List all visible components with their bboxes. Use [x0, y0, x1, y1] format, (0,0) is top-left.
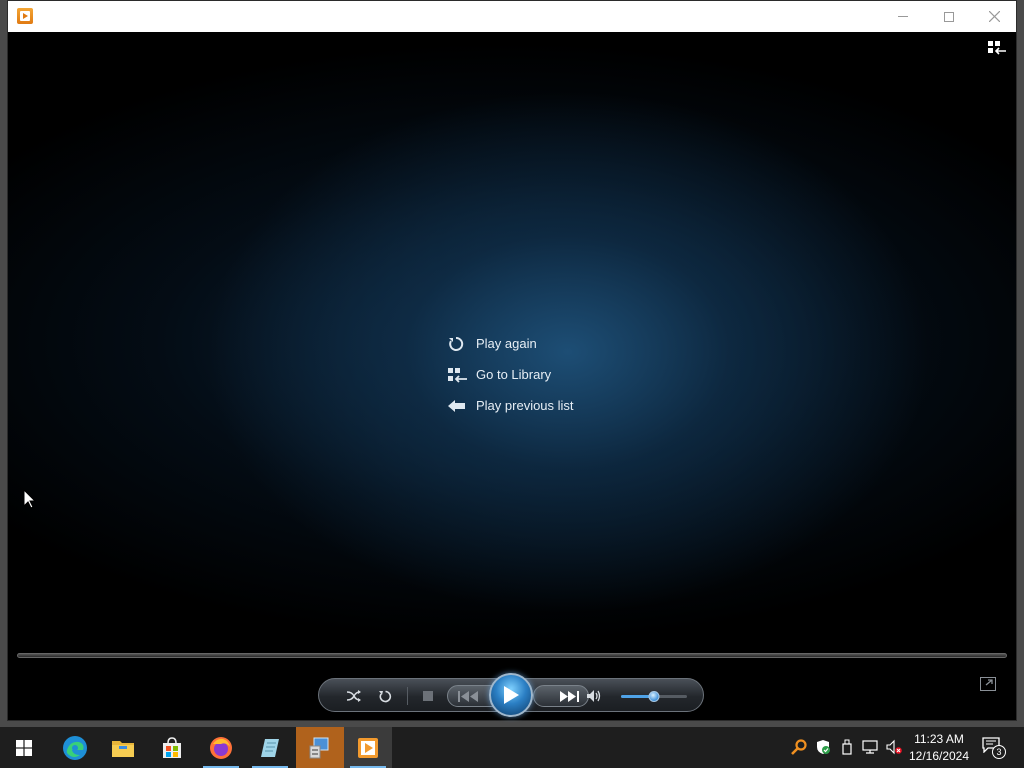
play-previous-list-link[interactable]: Play previous list	[448, 390, 574, 421]
stop-button[interactable]	[419, 687, 437, 705]
start-button[interactable]	[0, 727, 48, 768]
edge-icon	[63, 735, 87, 760]
title-bar[interactable]	[8, 1, 1016, 32]
store-icon	[163, 736, 181, 758]
fullscreen-icon[interactable]	[980, 677, 996, 691]
taskbar-firefox[interactable]	[197, 727, 245, 768]
volume-slider[interactable]	[621, 691, 687, 702]
play-button[interactable]	[489, 673, 533, 717]
taskbar-control-panel[interactable]	[296, 727, 344, 768]
clock-time: 11:23 AM	[914, 732, 964, 746]
media-player-icon	[17, 8, 33, 24]
play-again-label: Play again	[476, 336, 537, 351]
mute-button[interactable]	[585, 687, 603, 705]
media-player-icon	[358, 737, 378, 758]
taskbar-notepad[interactable]	[246, 727, 294, 768]
now-playing-area[interactable]: Play again Go to Library Play previous l…	[8, 32, 1016, 720]
next-icon	[560, 691, 579, 702]
play-icon	[504, 686, 519, 704]
shuffle-icon	[346, 690, 361, 702]
close-button[interactable]	[971, 1, 1017, 32]
go-to-library-label: Go to Library	[476, 367, 552, 382]
stop-icon	[423, 691, 433, 701]
replay-icon	[448, 334, 476, 354]
minimize-icon	[898, 16, 908, 17]
next-button[interactable]	[533, 685, 589, 707]
minimize-button[interactable]	[880, 1, 926, 32]
usb-device-icon[interactable]	[839, 739, 855, 755]
previous-icon	[458, 691, 478, 702]
control-panel-icon	[309, 737, 329, 758]
network-icon[interactable]	[862, 739, 878, 755]
firefox-icon	[210, 736, 232, 759]
go-to-library-link[interactable]: Go to Library	[448, 359, 574, 390]
controls-divider	[407, 687, 408, 705]
back-arrow-icon	[448, 396, 476, 416]
speaker-icon	[587, 690, 601, 702]
folder-icon	[112, 740, 134, 757]
clock-date: 12/16/2024	[908, 749, 970, 763]
media-player-window: Play again Go to Library Play previous l…	[7, 0, 1017, 721]
taskbar-microsoft-store[interactable]	[148, 727, 196, 768]
playback-ended-menu: Play again Go to Library Play previous l…	[448, 328, 574, 421]
action-center-button[interactable]: 3	[982, 737, 1006, 759]
maximize-button[interactable]	[926, 1, 972, 32]
maximize-icon	[944, 11, 954, 22]
play-previous-list-label: Play previous list	[476, 398, 574, 413]
notepad-icon	[261, 738, 279, 757]
volume-muted-icon[interactable]	[886, 739, 902, 755]
taskbar-edge[interactable]	[51, 727, 99, 768]
close-icon	[988, 11, 1000, 22]
volume-thumb[interactable]	[648, 691, 660, 702]
repeat-button[interactable]	[376, 687, 394, 705]
security-shield-icon[interactable]	[815, 739, 831, 755]
seek-bar[interactable]	[17, 653, 1007, 658]
repeat-icon	[378, 690, 391, 702]
notification-count-badge: 3	[992, 745, 1006, 759]
taskbar: 11:23 AM 12/16/2024 3	[0, 727, 1024, 768]
search-icon[interactable]	[791, 739, 807, 755]
playback-controls	[318, 673, 704, 717]
switch-to-library-icon[interactable]	[988, 41, 1006, 55]
taskbar-media-player[interactable]	[344, 727, 392, 768]
library-icon	[448, 365, 476, 385]
taskbar-file-explorer[interactable]	[99, 727, 147, 768]
taskbar-clock[interactable]: 11:23 AM 12/16/2024	[906, 731, 972, 765]
shuffle-button[interactable]	[345, 687, 363, 705]
windows-logo-icon	[16, 739, 32, 756]
mouse-cursor-icon	[24, 490, 36, 509]
play-again-link[interactable]: Play again	[448, 328, 574, 359]
